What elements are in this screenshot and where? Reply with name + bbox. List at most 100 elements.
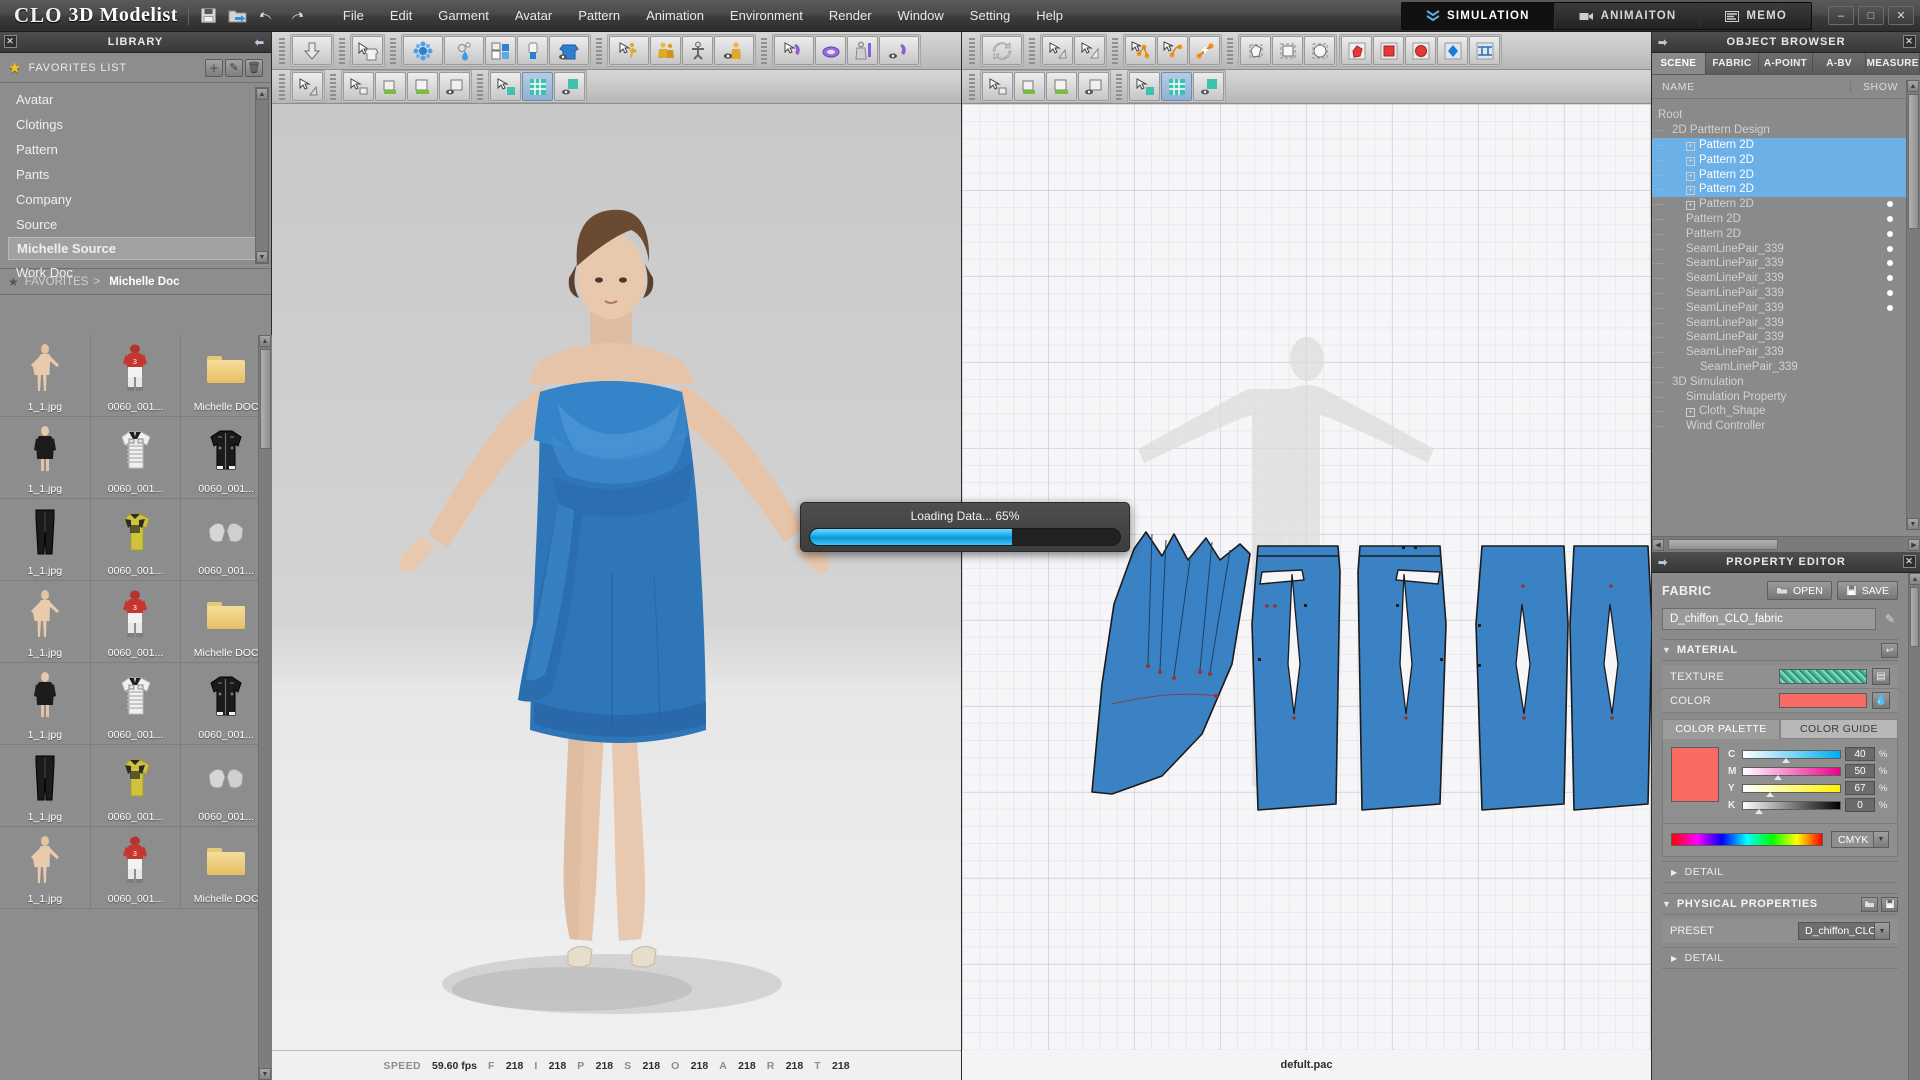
toolbar-grip[interactable] [477, 73, 483, 100]
material-section-header[interactable]: ▼ MATERIAL ↩ [1662, 639, 1898, 661]
menu-avatar[interactable]: Avatar [502, 4, 565, 27]
scroll-down-icon[interactable]: ▼ [259, 1068, 271, 1080]
edit-curve-icon[interactable] [1074, 36, 1105, 65]
library-thumbnail-item[interactable]: 1_1.jpg [0, 827, 91, 909]
ring-icon[interactable] [815, 36, 846, 65]
sync-icon[interactable] [982, 36, 1022, 65]
tab-a-bv[interactable]: A-BV [1812, 53, 1867, 74]
maximize-button[interactable]: □ [1858, 6, 1884, 25]
tree-node[interactable]: ···· SeamLinePair_339 [1652, 315, 1906, 330]
save-fabric-button[interactable]: SAVE [1836, 581, 1898, 600]
texture-grid-icon[interactable] [522, 72, 553, 101]
avatar-xray-icon[interactable] [682, 36, 713, 65]
library-thumbnail-item[interactable]: 1_1.jpg [0, 745, 91, 827]
minimize-button[interactable]: – [1828, 6, 1854, 25]
library-thumbnail-item[interactable]: 0060_001... [90, 663, 182, 745]
layer-icon[interactable] [439, 72, 470, 101]
tree-node-visibility-dot[interactable] [1882, 287, 1898, 299]
rectangle-icon[interactable] [1272, 36, 1303, 65]
property-editor-scrollbar[interactable]: ▲ [1908, 573, 1920, 1080]
toolbar-grip[interactable] [1029, 37, 1035, 64]
cmyk-m-track[interactable] [1742, 766, 1841, 780]
polygon-icon[interactable] [1240, 36, 1271, 65]
toolbar-grip[interactable] [969, 73, 975, 100]
tree-node[interactable]: ···· Pattern 2D [1652, 226, 1906, 241]
tree-node-visibility-dot[interactable] [1882, 243, 1898, 255]
scroll-up-icon[interactable]: ▲ [1907, 80, 1919, 92]
tree-node[interactable]: ···· Simulation Property [1652, 389, 1906, 404]
tree-node[interactable]: ···· SeamLinePair_339 [1652, 360, 1906, 375]
cmyk-c-value[interactable]: 40 [1845, 747, 1875, 761]
internal-polygon-icon[interactable] [1341, 36, 1372, 65]
library-thumbnail-item[interactable]: 1_1.jpg [0, 335, 91, 417]
tree-node[interactable]: ···· SeamLinePair_339 [1652, 256, 1906, 271]
toolbar-grip[interactable] [279, 37, 285, 64]
internal-rect-icon[interactable] [1373, 36, 1404, 65]
fold-arrange-icon[interactable] [485, 36, 516, 65]
add-point-icon[interactable] [1189, 36, 1220, 65]
particle-distance-icon[interactable] [403, 36, 443, 65]
chevron-down-icon[interactable]: ▼ [1873, 832, 1888, 847]
reset-material-button[interactable]: ↩ [1881, 642, 1898, 658]
material-detail-row[interactable]: ▶ DETAIL [1662, 861, 1898, 883]
avatar-pose-icon[interactable] [650, 36, 681, 65]
undo-icon[interactable] [257, 6, 277, 26]
chevron-down-icon[interactable]: ▼ [1874, 923, 1889, 939]
menu-environment[interactable]: Environment [717, 4, 816, 27]
gravity-drop-icon[interactable] [292, 36, 332, 65]
menu-render[interactable]: Render [816, 4, 885, 27]
tree-node[interactable]: Root [1652, 108, 1906, 123]
object-browser-hscrollbar[interactable]: ◀ ▶ [1652, 536, 1920, 552]
scroll-up-icon[interactable]: ▲ [259, 335, 271, 347]
physical-properties-section-header[interactable]: ▼ PHYSICAL PROPERTIES [1662, 893, 1898, 915]
texture-swatch[interactable] [1779, 669, 1867, 684]
physical-detail-row[interactable]: ▶ DETAIL [1662, 947, 1898, 969]
cmyk-k-track[interactable] [1742, 800, 1841, 814]
close-icon[interactable]: ✕ [4, 35, 17, 48]
avatar-motion-icon[interactable] [609, 36, 649, 65]
object-browser-vscrollbar[interactable]: ▲ ▼ [1906, 80, 1920, 530]
library-thumbnail-item[interactable]: 0060_001... [90, 499, 182, 581]
texture-browse-icon[interactable]: ▤ [1872, 668, 1890, 685]
scroll-right-icon[interactable]: ▶ [1908, 538, 1920, 551]
open-preset-button[interactable] [1861, 896, 1878, 912]
tree-node[interactable]: ···· SeamLinePair_339 [1652, 286, 1906, 301]
favorite-item-pattern[interactable]: Pattern [0, 137, 271, 162]
collapse-right-icon[interactable]: ➡ [1658, 36, 1668, 49]
viewport-3d-canvas[interactable] [272, 104, 961, 1050]
menu-animation[interactable]: Animation [633, 4, 717, 27]
library-thumbnail-item[interactable]: 0060_001... [90, 745, 182, 827]
scrollbar-thumb[interactable] [1668, 539, 1778, 550]
tree-node-visibility-dot[interactable] [1882, 198, 1898, 210]
tree-node-visibility-dot[interactable] [1882, 257, 1898, 269]
avatar-hide-icon[interactable] [714, 36, 754, 65]
eyedropper-icon[interactable]: 💧 [1872, 692, 1890, 709]
save-preset-button[interactable] [1881, 896, 1898, 912]
select-texture-icon[interactable] [1129, 72, 1160, 101]
color-mode-select[interactable]: CMYK ▼ [1831, 831, 1889, 848]
pleat-icon[interactable] [1469, 36, 1500, 65]
tree-expander-icon[interactable]: + [1686, 408, 1695, 418]
tree-expander-icon[interactable]: + [1686, 171, 1695, 181]
tree-node[interactable]: ···· SeamLinePair_339 [1652, 271, 1906, 286]
tree-node[interactable]: ···· SeamLinePair_339 [1652, 330, 1906, 345]
favorite-item-pants[interactable]: Pants [0, 162, 271, 187]
tree-node-visibility-dot[interactable] [1882, 228, 1898, 240]
tree-expander-icon[interactable]: + [1686, 141, 1695, 151]
collapse-left-icon[interactable]: ⬅ [255, 36, 265, 49]
tab-simulation[interactable]: SIMULATION [1401, 3, 1555, 29]
tree-node[interactable]: ···· SeamLinePair_339 [1652, 241, 1906, 256]
favorite-item-clotings[interactable]: Clotings [0, 112, 271, 137]
toolbar-grip[interactable] [1116, 73, 1122, 100]
cmyk-y-handle[interactable] [1766, 791, 1775, 797]
toolbar-grip[interactable] [390, 37, 396, 64]
tree-expander-icon[interactable]: + [1686, 156, 1695, 166]
menu-file[interactable]: File [330, 4, 377, 27]
tree-node[interactable]: ···· Wind Controller [1652, 419, 1906, 434]
fabric-name-field[interactable]: D_chiffon_CLO_fabric [1662, 608, 1876, 630]
menu-edit[interactable]: Edit [377, 4, 425, 27]
select-edit-icon[interactable] [1042, 36, 1073, 65]
garment-hide-icon[interactable] [549, 36, 589, 65]
menu-setting[interactable]: Setting [957, 4, 1023, 27]
tab-measure[interactable]: MEASURE [1866, 53, 1920, 74]
